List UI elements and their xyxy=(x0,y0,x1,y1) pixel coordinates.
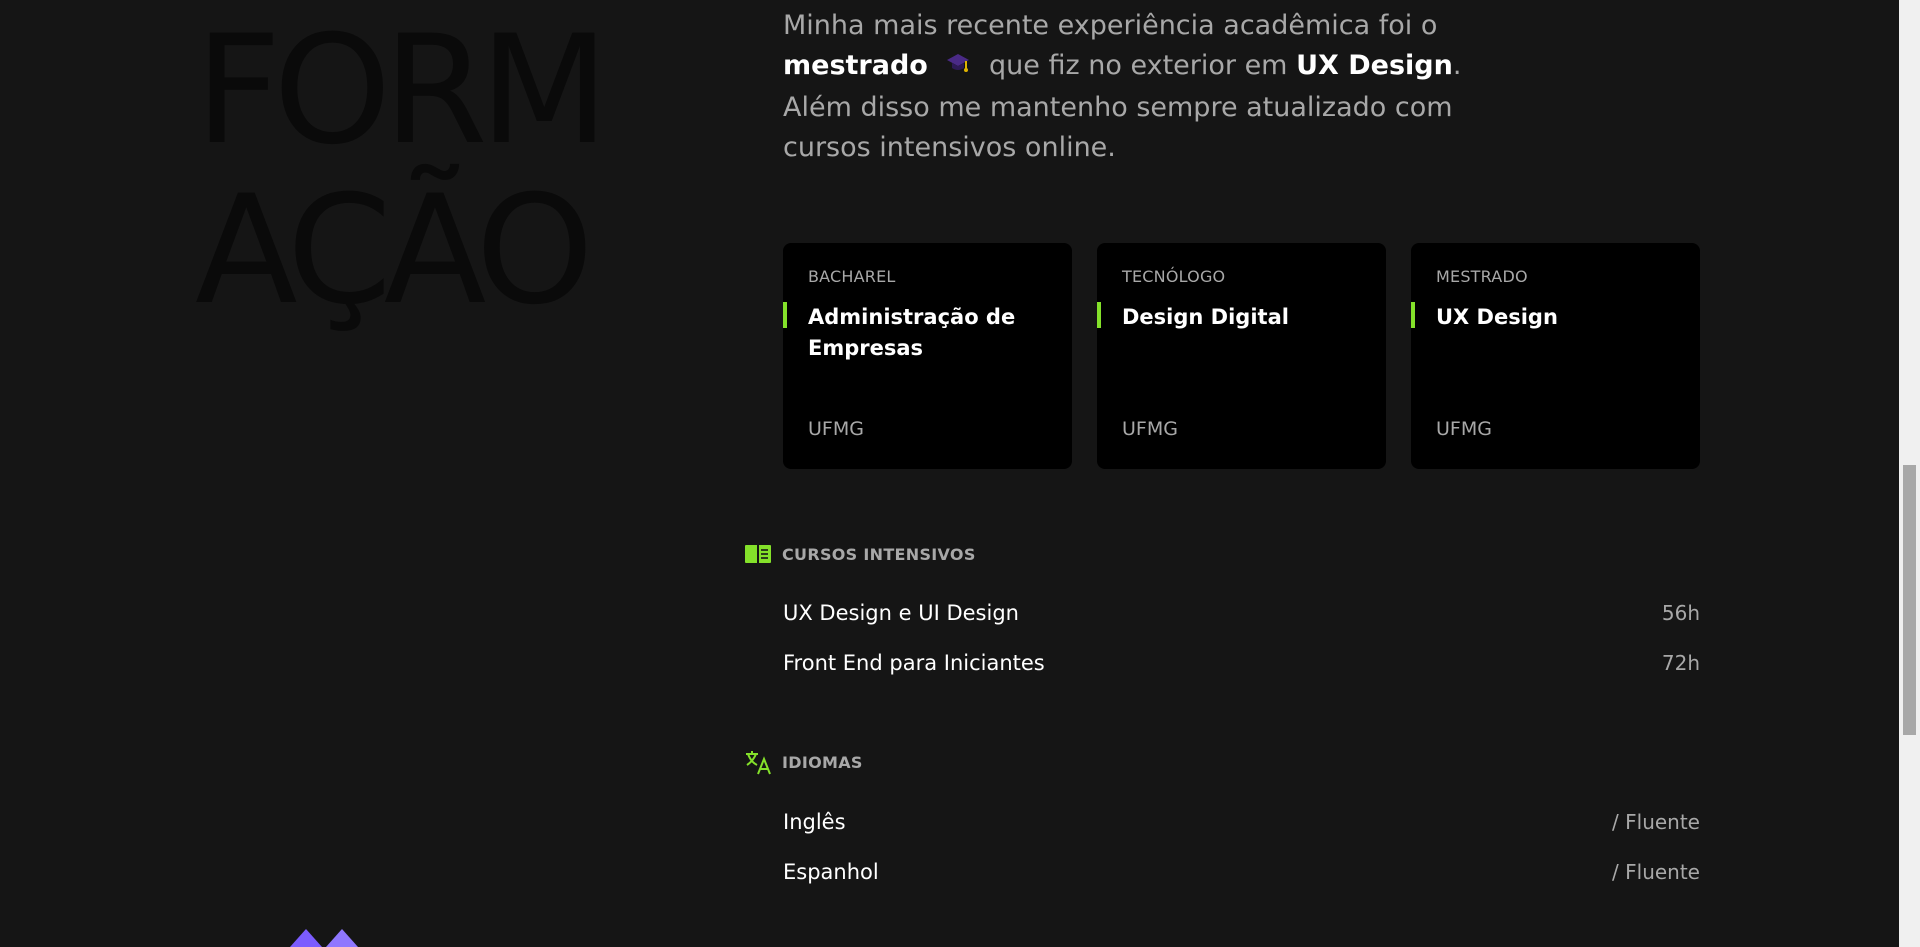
language-level: / Fluente xyxy=(1612,810,1700,834)
intro-text-1: Minha mais recente experiência acadêmica… xyxy=(783,10,1438,41)
graduation-cap-icon xyxy=(946,48,970,88)
courses-heading: CURSOS INTENSIVOS xyxy=(743,541,976,567)
intro-period: . xyxy=(1452,50,1462,81)
languages-heading-label: IDIOMAS xyxy=(782,752,863,772)
course-row: UX Design e UI Design 56h xyxy=(783,601,1700,625)
course-hours: 72h xyxy=(1661,651,1700,675)
intro-text-3: Além disso me mantenho sempre atualizado… xyxy=(783,92,1453,163)
book-icon xyxy=(743,541,773,567)
intro-paragraph: Minha mais recente experiência acadêmica… xyxy=(783,6,1503,168)
intro-bold-mestrado: mestrado xyxy=(783,50,928,81)
degree-title: Administração de Empresas xyxy=(783,302,1048,364)
languages-heading: IDIOMAS xyxy=(743,749,863,775)
section-heading-line2: AÇÃO xyxy=(195,164,594,338)
language-row: Espanhol / Fluente xyxy=(783,860,1700,884)
degree-cards: BACHAREL Administração de Empresas UFMG … xyxy=(783,243,1700,469)
degree-type: BACHAREL xyxy=(808,267,896,286)
degree-card: MESTRADO UX Design UFMG xyxy=(1411,243,1700,469)
language-row: Inglês / Fluente xyxy=(783,810,1700,834)
degree-type: MESTRADO xyxy=(1436,267,1528,286)
scrollbar[interactable] xyxy=(1899,0,1920,947)
degree-school: UFMG xyxy=(808,418,864,440)
course-hours: 56h xyxy=(1661,601,1700,625)
intro-bold-ux: UX Design xyxy=(1296,50,1453,81)
decorative-triangles xyxy=(290,929,358,947)
degree-card: TECNÓLOGO Design Digital UFMG xyxy=(1097,243,1386,469)
degree-title: UX Design xyxy=(1411,302,1676,333)
degree-card: BACHAREL Administração de Empresas UFMG xyxy=(783,243,1072,469)
intro-text-2: que fiz no exterior em xyxy=(989,50,1288,81)
scrollbar-thumb[interactable] xyxy=(1903,465,1916,735)
degree-school: UFMG xyxy=(1436,418,1492,440)
course-name: Front End para Iniciantes xyxy=(783,651,1045,675)
courses-heading-label: CURSOS INTENSIVOS xyxy=(782,544,976,564)
section-heading-line1: FORM xyxy=(195,4,609,178)
translate-icon xyxy=(743,749,773,775)
course-row: Front End para Iniciantes 72h xyxy=(783,651,1700,675)
language-level: / Fluente xyxy=(1612,860,1700,884)
language-name: Espanhol xyxy=(783,860,879,884)
formacao-section: FORM AÇÃO Minha mais recente experiência… xyxy=(0,0,1920,947)
degree-school: UFMG xyxy=(1122,418,1178,440)
degree-title: Design Digital xyxy=(1097,302,1362,333)
course-name: UX Design e UI Design xyxy=(783,601,1019,625)
degree-type: TECNÓLOGO xyxy=(1122,267,1226,286)
language-name: Inglês xyxy=(783,810,846,834)
